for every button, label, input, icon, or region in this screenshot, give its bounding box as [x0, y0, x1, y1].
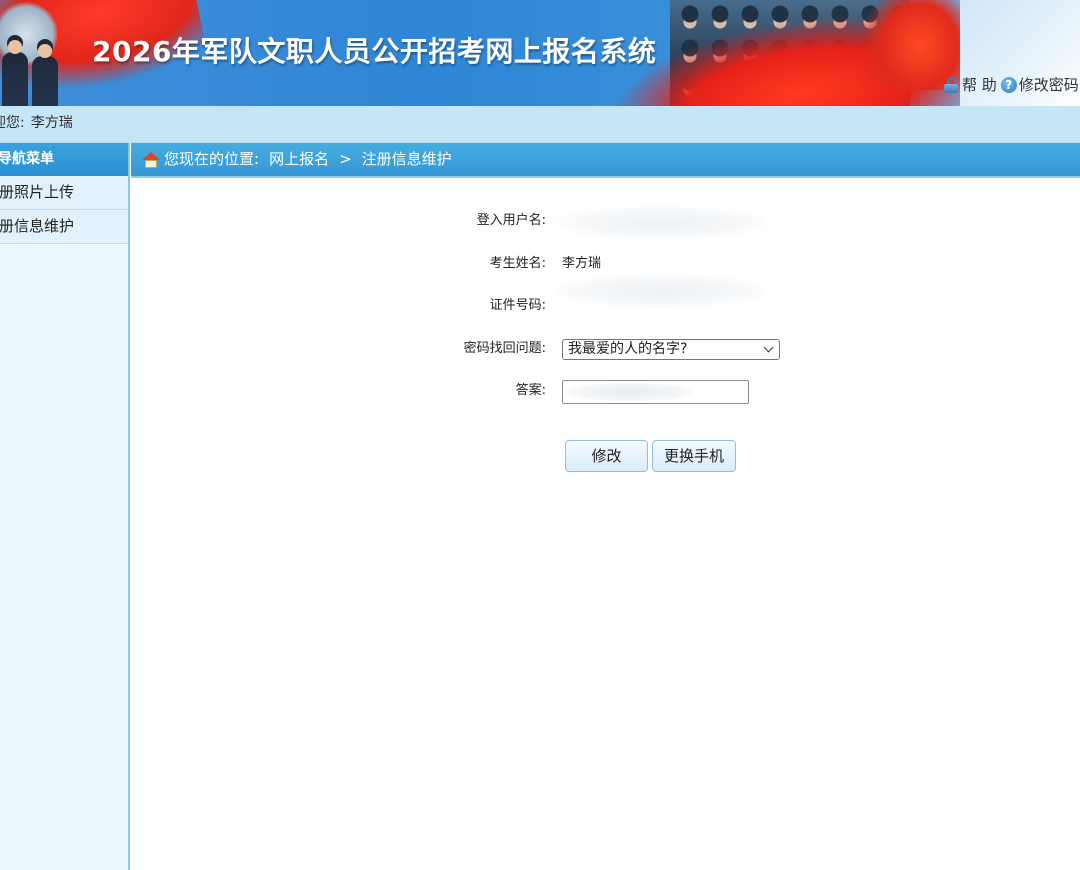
sidebar: 导航菜单 册照片上传 册信息维护	[0, 143, 130, 870]
help-icon: ?	[1000, 76, 1017, 93]
candidate-name-label: 考生姓名:	[489, 256, 546, 271]
welcome-prefix: 迎您:	[0, 115, 25, 131]
home-icon	[142, 151, 160, 168]
welcome-text: 迎您: 李方瑞	[0, 106, 73, 140]
redacted-username	[556, 206, 766, 240]
security-question-label: 密码找回问题:	[463, 341, 546, 356]
breadcrumb-level1: 网上报名	[269, 150, 330, 168]
change-password-link[interactable]: ? 修改密码	[997, 74, 1079, 95]
security-question-value: 我最爱的人的名字?	[568, 341, 688, 357]
help-link-label: 帮 助	[962, 76, 997, 94]
id-number-label: 证件号码:	[489, 298, 546, 313]
sidebar-item-photo-upload[interactable]: 册照片上传	[0, 176, 128, 210]
soldier-figure-icon	[2, 40, 28, 106]
security-question-select[interactable]: 我最爱的人的名字?	[562, 339, 780, 360]
breadcrumb-level2: 注册信息维护	[361, 150, 452, 168]
breadcrumb-separator: >	[339, 150, 352, 168]
answer-input[interactable]	[562, 380, 749, 404]
change-phone-button[interactable]: 更换手机	[652, 440, 736, 472]
registration-form: 登入用户名: 考生姓名: 李方瑞 证件号码: 密码找回问题: 我最爱的人的名字?…	[131, 178, 1080, 870]
breadcrumb: 您现在的位置: 网上报名 > 注册信息维护	[131, 143, 1080, 178]
breadcrumb-prefix: 您现在的位置:	[164, 150, 260, 168]
login-username-label: 登入用户名:	[476, 213, 546, 228]
modify-button[interactable]: 修改	[565, 440, 648, 472]
redacted-answer	[565, 383, 693, 401]
welcome-bar: 迎您: 李方瑞	[0, 106, 1080, 143]
help-link[interactable]: 帮 助	[944, 74, 997, 95]
system-title: 2026年军队文职人员公开招考网上报名系统	[92, 35, 657, 68]
lock-icon	[944, 76, 958, 93]
soldier-figure-icon	[32, 44, 58, 106]
redacted-id-number	[556, 274, 766, 308]
change-password-label: 修改密码	[1018, 76, 1079, 94]
answer-label: 答案:	[515, 383, 546, 398]
header-links: 帮 助 ? 修改密码	[944, 74, 1079, 95]
header-banner: 2026年军队文职人员公开招考网上报名系统 帮 助 ? 修改密码	[0, 0, 1080, 106]
candidate-name-value: 李方瑞	[562, 256, 602, 271]
welcome-user-name: 李方瑞	[30, 115, 73, 131]
sidebar-item-info-maintenance[interactable]: 册信息维护	[0, 210, 128, 244]
chevron-down-icon	[763, 342, 774, 353]
sidebar-header: 导航菜单	[0, 143, 128, 176]
